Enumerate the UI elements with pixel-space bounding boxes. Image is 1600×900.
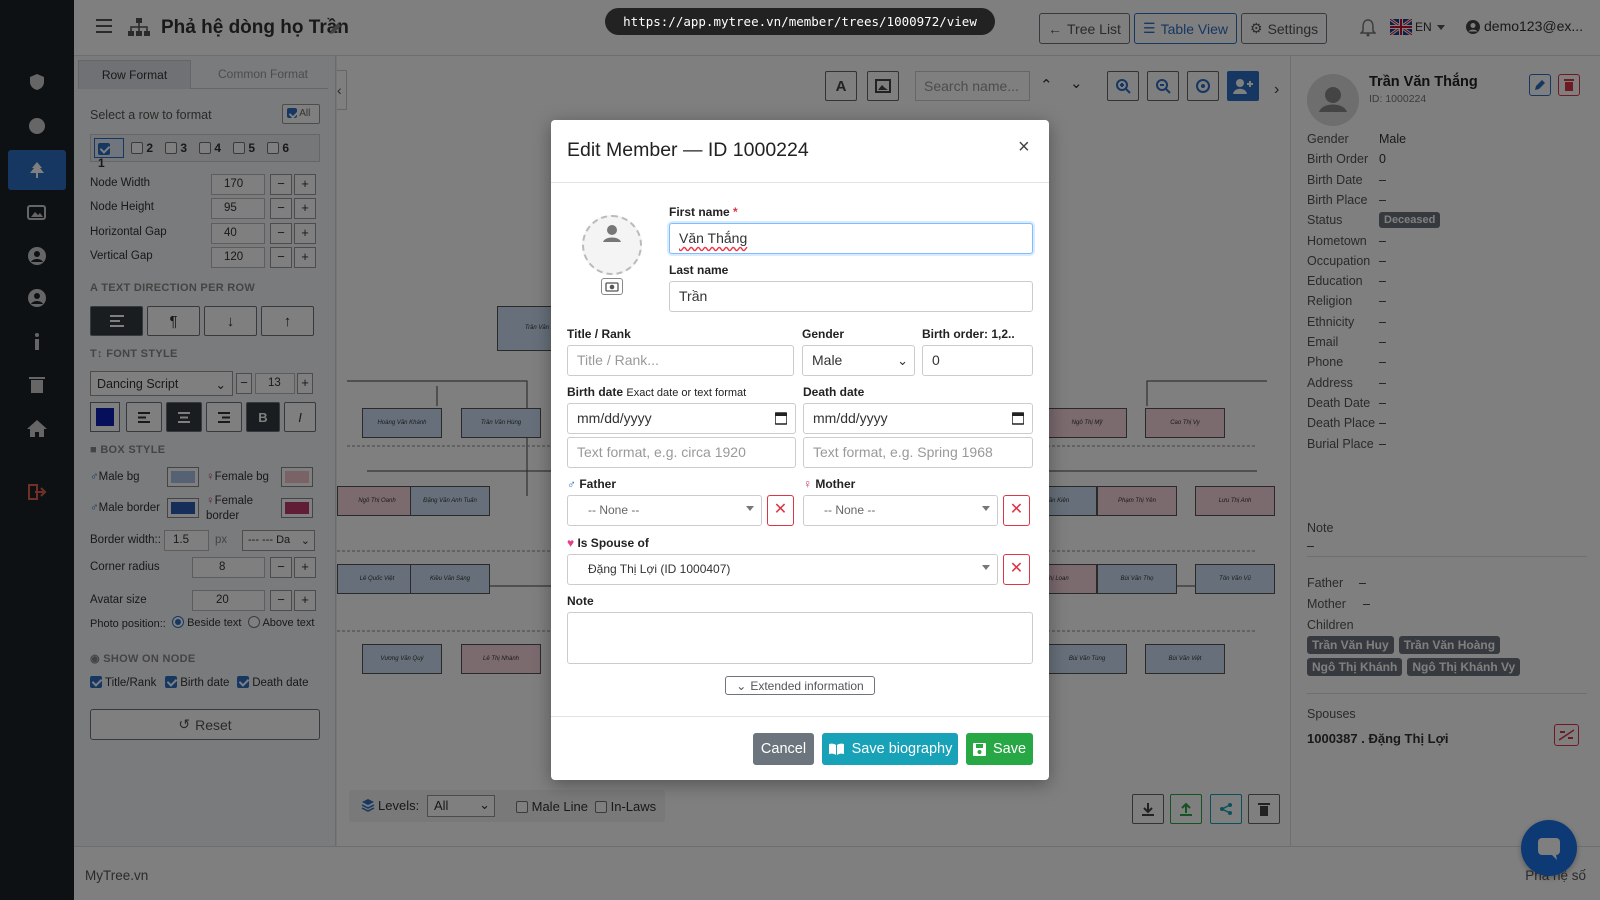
mother-label: ♀ Mother <box>803 477 855 491</box>
birth-date-placeholder: mm/dd/yyyy <box>577 410 652 426</box>
save-biography-label: Save biography <box>851 741 953 757</box>
edit-member-modal: Edit Member — ID 1000224 × First name * … <box>551 120 1049 780</box>
url-bar[interactable]: https://app.mytree.vn/member/trees/10009… <box>605 8 995 35</box>
gender-select[interactable]: Male ⌄ <box>802 345 915 376</box>
chevron-down-icon: ⌄ <box>897 353 908 368</box>
note-label: Note <box>567 594 594 608</box>
spouse-label-text: Is Spouse of <box>577 536 649 550</box>
death-date-placeholder: mm/dd/yyyy <box>813 410 888 426</box>
floppy-disk-icon <box>972 742 986 756</box>
save-label: Save <box>992 741 1027 757</box>
spouse-value: Đặng Thị Lợi (ID 1000407) <box>588 562 731 576</box>
birth-date-label-text: Birth date <box>567 385 624 399</box>
death-date-input[interactable]: mm/dd/yyyy <box>803 403 1033 434</box>
father-select[interactable]: -- None -- <box>567 495 762 526</box>
caret-down-icon <box>982 565 990 570</box>
cancel-button[interactable]: Cancel <box>753 733 814 765</box>
caret-down-icon <box>746 506 754 511</box>
clear-father-button[interactable]: ✕ <box>767 495 794 526</box>
clear-mother-button[interactable]: ✕ <box>1003 495 1030 526</box>
extended-info-button[interactable]: ⌄ Extended information <box>725 676 875 695</box>
title-rank-label: Title / Rank <box>567 327 631 341</box>
female-symbol-icon: ♀ <box>803 477 812 491</box>
title-rank-input[interactable]: Title / Rank... <box>567 345 794 376</box>
calendar-icon[interactable] <box>1012 404 1024 433</box>
mother-select[interactable]: -- None -- <box>803 495 998 526</box>
first-name-input[interactable]: Văn Thắng <box>669 223 1033 254</box>
first-name-label-text: First name <box>669 205 730 219</box>
male-symbol-icon: ♂ <box>567 477 576 491</box>
spouse-select[interactable]: Đặng Thị Lợi (ID 1000407) <box>567 554 998 585</box>
clear-spouse-button[interactable]: ✕ <box>1003 554 1030 585</box>
note-textarea[interactable] <box>567 612 1033 664</box>
extended-info-label: Extended information <box>750 678 864 693</box>
birth-order-input[interactable]: 0 <box>922 345 1033 376</box>
avatar-upload[interactable] <box>582 215 642 275</box>
birth-date-input[interactable]: mm/dd/yyyy <box>567 403 796 434</box>
heart-icon: ♥ <box>567 536 575 550</box>
chevron-down-icon: ⌄ <box>736 678 747 693</box>
father-value: -- None -- <box>588 503 640 517</box>
calendar-icon[interactable] <box>775 404 787 433</box>
birth-date-hint: Exact date or text format <box>626 387 747 399</box>
death-date-label: Death date <box>803 385 865 399</box>
camera-button[interactable] <box>601 278 623 295</box>
father-label: ♂ Father <box>567 477 616 491</box>
birth-date-label: Birth date Exact date or text format <box>567 385 746 399</box>
father-label-text: Father <box>579 477 617 491</box>
gender-value: Male <box>812 352 843 368</box>
last-name-label: Last name <box>669 263 729 277</box>
divider <box>551 716 1049 717</box>
modal-title: Edit Member — ID 1000224 <box>567 139 809 161</box>
user-silhouette-icon <box>603 225 621 242</box>
camera-icon <box>605 282 619 292</box>
death-text-input[interactable]: Text format, e.g. Spring 1968 <box>803 437 1033 468</box>
mother-value: -- None -- <box>824 503 876 517</box>
save-biography-button[interactable]: Save biography <box>822 733 958 765</box>
birth-text-input[interactable]: Text format, e.g. circa 1920 <box>567 437 796 468</box>
mother-label-text: Mother <box>815 477 856 491</box>
required-mark: * <box>733 205 738 219</box>
birth-order-label: Birth order: 1,2.. <box>922 327 1015 341</box>
close-icon[interactable]: × <box>1018 136 1030 159</box>
first-name-label: First name * <box>669 205 738 219</box>
save-button[interactable]: Save <box>966 733 1033 765</box>
first-name-value: Văn Thắng <box>679 230 748 246</box>
book-icon <box>828 743 844 755</box>
gender-label: Gender <box>802 327 845 341</box>
last-name-input[interactable]: Trần <box>669 281 1033 312</box>
caret-down-icon <box>982 506 990 511</box>
spouse-label: ♥ Is Spouse of <box>567 536 649 550</box>
divider <box>551 182 1049 183</box>
